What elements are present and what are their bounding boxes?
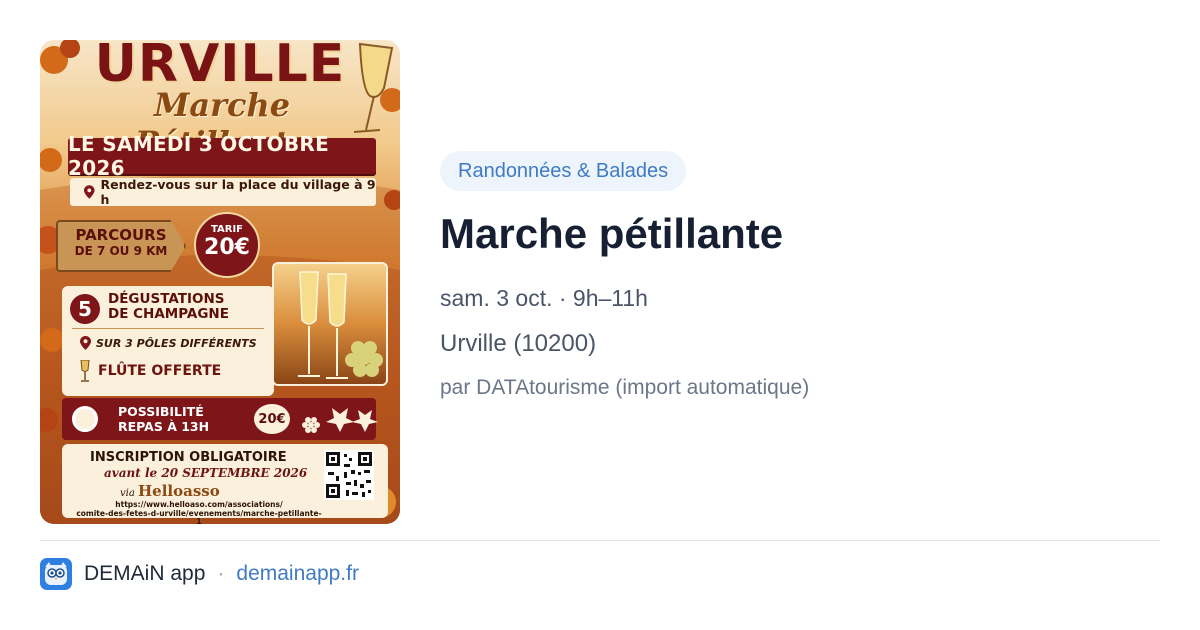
parcours-label: PARCOURS [75, 226, 167, 244]
meal-text: POSSIBILITÉ REPAS À 13H [118, 404, 209, 434]
poles-text: SUR 3 PÔLES DIFFÉRENTS [96, 336, 257, 350]
event-location: Urville (10200) [440, 330, 597, 357]
event-source: par DATAtourisme (import automatique) [440, 376, 810, 399]
event-title: Marche pétillante [440, 210, 784, 257]
parcours-distance: DE 7 OU 9 KM [74, 244, 168, 258]
footer: DEMAiN app · demainapp.fr [40, 558, 359, 590]
url-line2: comite-des-fetes-d-urville/evenements/ma… [76, 508, 322, 524]
tastings-title: DÉGUSTATIONS DE CHAMPAGNE [108, 292, 268, 322]
meal-line1: POSSIBILITÉ [118, 404, 204, 419]
qr-code-icon [324, 450, 374, 500]
via-label: via [120, 488, 135, 499]
meal-price: 20€ [254, 404, 290, 434]
tastings-count: 5 [70, 294, 100, 324]
footer-divider [40, 540, 1160, 541]
app-website-link[interactable]: demainapp.fr [236, 562, 359, 586]
registration-title: INSCRIPTION OBLIGATOIRE [90, 450, 287, 465]
champagne-glasses-illustration [298, 271, 383, 379]
event-poster-image: URVILLE Marche Pétillante LE SAMEDI 3 OC… [40, 40, 400, 524]
tarif-label: TARIF [210, 224, 244, 235]
tarif-value: 20€ [204, 235, 250, 260]
flute-text: FLÛTE OFFERTE [98, 363, 222, 379]
champagne-glass-icon [80, 360, 90, 382]
tastings-poles: SUR 3 PÔLES DIFFÉRENTS [80, 336, 257, 350]
grape-leaves-icon [302, 408, 378, 433]
meeting-point-text: Rendez-vous sur la place du village à 9 … [100, 177, 376, 207]
poster-registration-box: INSCRIPTION OBLIGATOIRE avant le 20 SEPT… [62, 444, 388, 524]
via-name: Helloasso [138, 482, 220, 500]
tastings-line2: DE CHAMPAGNE [108, 306, 229, 322]
registration-url: https://www.helloaso.com/associations/ c… [74, 500, 324, 524]
poster-meeting-point: Rendez-vous sur la place du village à 9 … [70, 177, 376, 207]
plate-icon [72, 406, 98, 432]
tastings-flute: FLÛTE OFFERTE [80, 360, 221, 382]
tastings-divider [72, 328, 264, 329]
poster-tastings-box: 5 DÉGUSTATIONS DE CHAMPAGNE SUR 3 PÔLES … [62, 286, 274, 396]
meal-line2: REPAS À 13H [118, 419, 210, 434]
registration-deadline: avant le 20 SEPTEMBRE 2026 [104, 466, 308, 480]
poster-date-banner: LE SAMEDI 3 OCTOBRE 2026 [68, 132, 376, 180]
map-pin-icon [80, 336, 91, 350]
footer-separator: · [217, 562, 225, 585]
tastings-line1: DÉGUSTATIONS [108, 291, 225, 307]
event-date-time: sam. 3 oct. · 9h–11h [440, 285, 648, 311]
poster-tarif-badge: TARIF 20€ [194, 212, 260, 278]
poster-parcours-sign: PARCOURS DE 7 OU 9 KM [56, 220, 186, 272]
registration-via: via Helloasso [120, 482, 220, 500]
poster-champagne-photo [272, 262, 388, 386]
map-pin-icon [84, 185, 95, 199]
owl-app-icon [40, 558, 72, 590]
category-chip[interactable]: Randonnées & Balades [440, 151, 687, 191]
poster-meal-banner: POSSIBILITÉ REPAS À 13H 20€ [62, 398, 378, 440]
app-name: DEMAiN app [84, 562, 206, 585]
